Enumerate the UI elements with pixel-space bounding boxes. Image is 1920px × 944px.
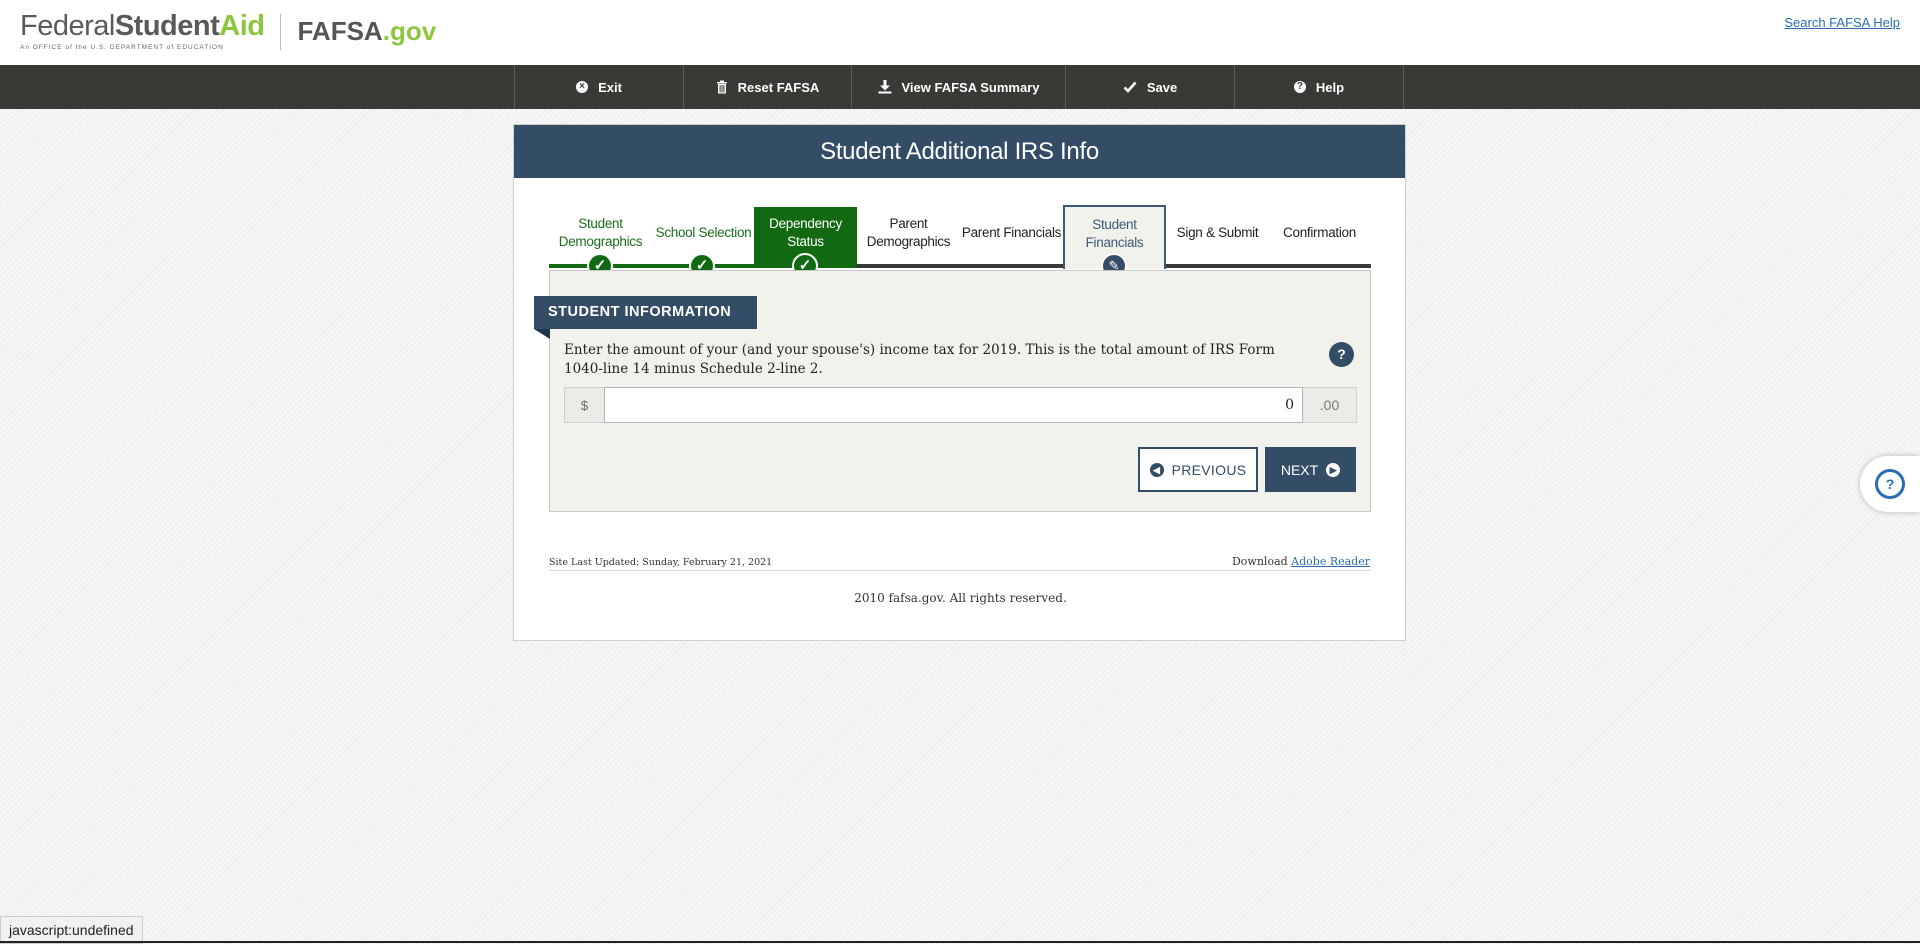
- top-nav-bar: × Exit Reset FAFSA View FAFSA Summary Sa…: [0, 65, 1920, 109]
- browser-status-bar: javascript:undefined: [0, 916, 143, 944]
- fsa-logo-tagline: An OFFICE of the U.S. DEPARTMENT of EDUC…: [20, 44, 224, 51]
- step-label: Sign & Submit: [1176, 225, 1259, 240]
- step-sign-and-submit[interactable]: Sign & Submit: [1166, 207, 1269, 267]
- previous-label: PREVIOUS: [1171, 461, 1247, 478]
- income-tax-question: Enter the amount of your (and your spous…: [564, 342, 1275, 377]
- section-heading: STUDENT INFORMATION: [534, 296, 757, 339]
- progress-steps: Student Demographics School Selection De…: [549, 205, 1371, 279]
- help-button[interactable]: ? Help: [1235, 65, 1404, 109]
- download-icon: [878, 80, 892, 94]
- step-label: Confirmation: [1283, 225, 1356, 240]
- fafsa-gov-logo: FAFSA.gov: [297, 10, 436, 52]
- save-label: Save: [1146, 79, 1178, 95]
- step-label: School Selection: [655, 225, 752, 240]
- download-prefix: Download: [1231, 555, 1288, 568]
- site-last-updated: Site Last Updated: Sunday, February 21, …: [549, 557, 773, 568]
- step-label: Student Financials: [1085, 217, 1144, 250]
- fafsa-logo-name: FAFSA: [297, 16, 383, 46]
- fsa-logo-word-aid: Aid: [219, 10, 265, 42]
- view-fafsa-summary-label: View FAFSA Summary: [901, 79, 1040, 95]
- search-fafsa-help-link[interactable]: Search FAFSA Help: [1784, 15, 1900, 30]
- next-label: NEXT: [1280, 461, 1319, 478]
- student-information-panel: STUDENT INFORMATION Enter the amount of …: [534, 270, 1371, 512]
- arrow-left-circle-icon: ◀: [1149, 462, 1164, 477]
- copyright: 2010 fafsa.gov. All rights reserved.: [854, 591, 1067, 605]
- arrow-right-circle-icon: ▶: [1326, 462, 1341, 477]
- logo-divider: [280, 14, 282, 50]
- site-header: FederalStudentAid An OFFICE of the U.S. …: [0, 0, 1920, 65]
- check-icon: [1123, 81, 1137, 93]
- step-label: Student Demographics: [558, 216, 643, 249]
- exit-button[interactable]: × Exit: [515, 65, 684, 109]
- reset-fafsa-button[interactable]: Reset FAFSA: [684, 65, 852, 109]
- exit-label: Exit: [598, 79, 622, 95]
- step-label: Dependency Status: [769, 216, 842, 249]
- fafsa-form-card: Student Additional IRS Info Student Demo…: [513, 124, 1406, 641]
- currency-addon: $: [564, 387, 604, 423]
- download-adobe: Download Adobe Reader: [1232, 555, 1370, 568]
- adobe-reader-link[interactable]: Adobe Reader: [1291, 555, 1370, 568]
- step-parent-financials[interactable]: Parent Financials: [960, 207, 1063, 267]
- step-confirmation[interactable]: Confirmation: [1268, 207, 1371, 267]
- reset-fafsa-label: Reset FAFSA: [737, 79, 820, 95]
- nav-items: × Exit Reset FAFSA View FAFSA Summary Sa…: [514, 65, 1404, 109]
- chat-icon: ?: [1875, 469, 1905, 499]
- next-button[interactable]: NEXT ▶: [1265, 447, 1356, 492]
- step-parent-demographics[interactable]: Parent Demographics: [857, 207, 960, 267]
- help-label: Help: [1315, 79, 1345, 95]
- save-button[interactable]: Save: [1066, 65, 1235, 109]
- cents-addon: .00: [1303, 387, 1357, 423]
- previous-button[interactable]: ◀ PREVIOUS: [1138, 447, 1258, 492]
- close-circle-icon: ×: [576, 81, 589, 93]
- trash-icon: [716, 80, 728, 94]
- logo[interactable]: FederalStudentAid An OFFICE of the U.S. …: [20, 10, 436, 52]
- income-tax-input-group: $ .00: [564, 387, 1357, 423]
- view-fafsa-summary-button[interactable]: View FAFSA Summary: [852, 65, 1066, 109]
- fsa-logo-word-student: Student: [114, 10, 220, 42]
- step-label: Parent Demographics: [866, 216, 951, 249]
- step-label: Parent Financials: [961, 225, 1062, 240]
- footer-divider: [549, 570, 1371, 571]
- fafsa-logo-suffix: .gov: [382, 16, 437, 46]
- page-title: Student Additional IRS Info: [514, 125, 1405, 178]
- federal-student-aid-logo: FederalStudentAid An OFFICE of the U.S. …: [20, 10, 265, 51]
- question-help-icon[interactable]: ?: [1329, 342, 1354, 367]
- chat-widget-button[interactable]: ?: [1860, 456, 1920, 512]
- question-circle-icon: ?: [1293, 81, 1306, 93]
- fsa-logo-word-federal: Federal: [20, 10, 115, 42]
- income-tax-amount-input[interactable]: [604, 387, 1303, 423]
